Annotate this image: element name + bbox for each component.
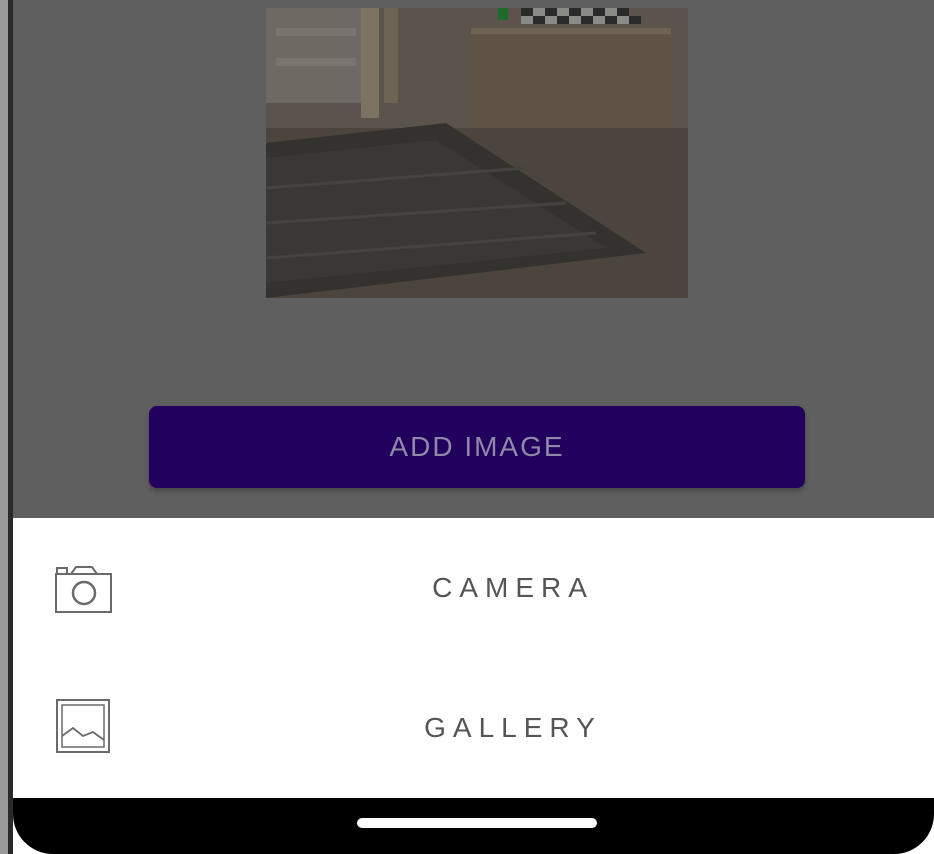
home-indicator[interactable]	[357, 818, 597, 828]
add-image-button[interactable]: ADD IMAGE	[149, 406, 805, 488]
selected-image-preview	[266, 8, 688, 298]
sheet-item-label-gallery: GALLERY	[424, 712, 602, 743]
image-source-bottom-sheet: CAMERA GALLERY	[13, 518, 934, 798]
device-bezel	[0, 0, 13, 854]
system-navigation-bar	[13, 798, 934, 854]
device-frame: ADD IMAGE CAMERA GALLERY	[0, 0, 934, 854]
camera-icon	[55, 566, 112, 613]
sheet-item-gallery[interactable]: GALLERY	[13, 658, 934, 798]
sheet-item-label-camera: CAMERA	[432, 572, 594, 603]
room-photo-illustration	[266, 8, 688, 298]
gallery-icon	[56, 699, 110, 753]
dimmed-background[interactable]: ADD IMAGE	[13, 0, 934, 518]
phone-screen: ADD IMAGE CAMERA GALLERY	[13, 0, 934, 854]
sheet-item-camera[interactable]: CAMERA	[13, 518, 934, 658]
